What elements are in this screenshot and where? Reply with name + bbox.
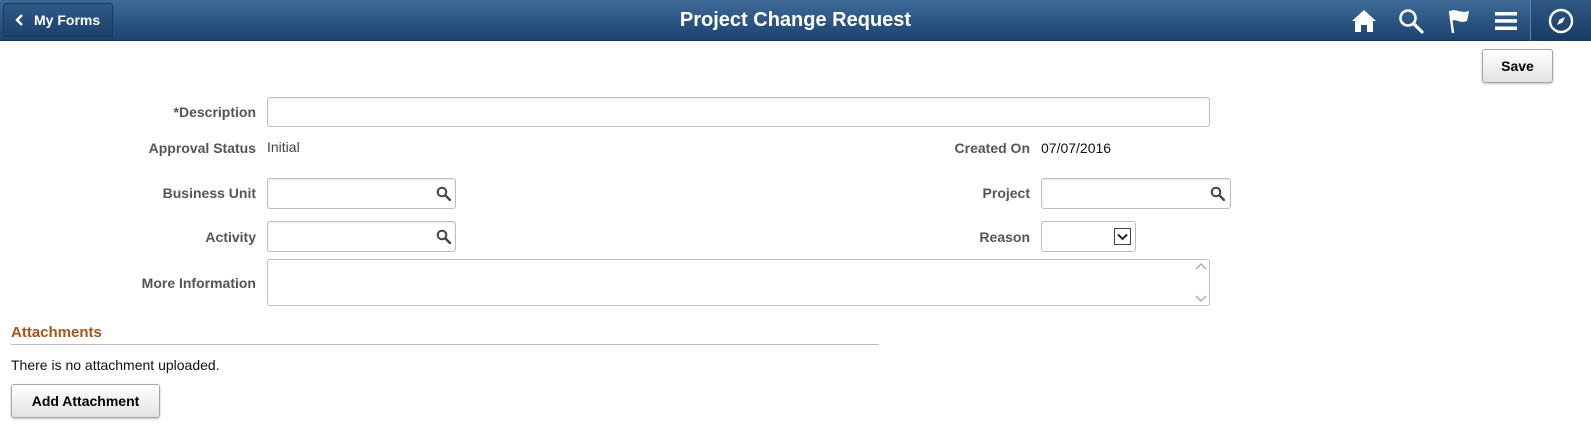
search-icon [1399,9,1424,34]
reason-select[interactable] [1041,221,1136,252]
attachments-section-title: Attachments [11,324,102,341]
add-attachment-button[interactable]: Add Attachment [11,384,160,418]
business-unit-lookup-button[interactable] [435,185,451,201]
business-unit-input[interactable] [267,178,456,209]
lookup-search-icon [436,186,451,201]
more-information-textarea[interactable] [267,259,1210,306]
navbar-compass-icon [1548,8,1574,33]
approval-status-value: Initial [267,139,300,155]
home-icon [1352,10,1376,32]
description-label: *Description [173,104,256,120]
save-button[interactable]: Save [1482,49,1553,83]
notifications-button[interactable] [1441,5,1477,37]
back-button-label: My Forms [34,12,101,28]
lookup-search-icon [1210,186,1225,201]
scroll-up-icon[interactable] [1195,262,1207,270]
project-lookup-button[interactable] [1209,185,1225,201]
chevron-left-icon [15,14,23,26]
flag-icon [1448,10,1469,34]
activity-lookup-button[interactable] [435,228,451,244]
project-label: Project [982,185,1030,201]
menu-icon [1495,12,1517,30]
textarea-scrollbar[interactable] [1194,262,1208,303]
actions-menu-button[interactable] [1488,5,1524,37]
scroll-down-icon[interactable] [1195,295,1207,303]
approval-status-label: Approval Status [148,140,256,156]
home-button[interactable] [1346,5,1382,37]
description-input[interactable] [267,97,1210,127]
more-information-label: More Information [141,275,256,291]
search-button[interactable] [1393,5,1429,37]
section-divider [11,344,879,345]
no-attachment-message: There is no attachment uploaded. [11,357,220,373]
reason-label: Reason [979,229,1030,245]
dropdown-arrow-icon [1114,228,1131,245]
project-input[interactable] [1041,178,1231,209]
top-banner: My Forms Project Change Request [0,0,1591,41]
lookup-search-icon [436,229,451,244]
navbar-button[interactable] [1530,0,1591,41]
back-to-my-forms-button[interactable]: My Forms [3,3,113,37]
created-on-value: 07/07/2016 [1041,140,1112,156]
activity-input[interactable] [267,221,456,252]
created-on-label: Created On [954,140,1030,156]
business-unit-label: Business Unit [162,185,256,201]
activity-label: Activity [205,229,256,245]
